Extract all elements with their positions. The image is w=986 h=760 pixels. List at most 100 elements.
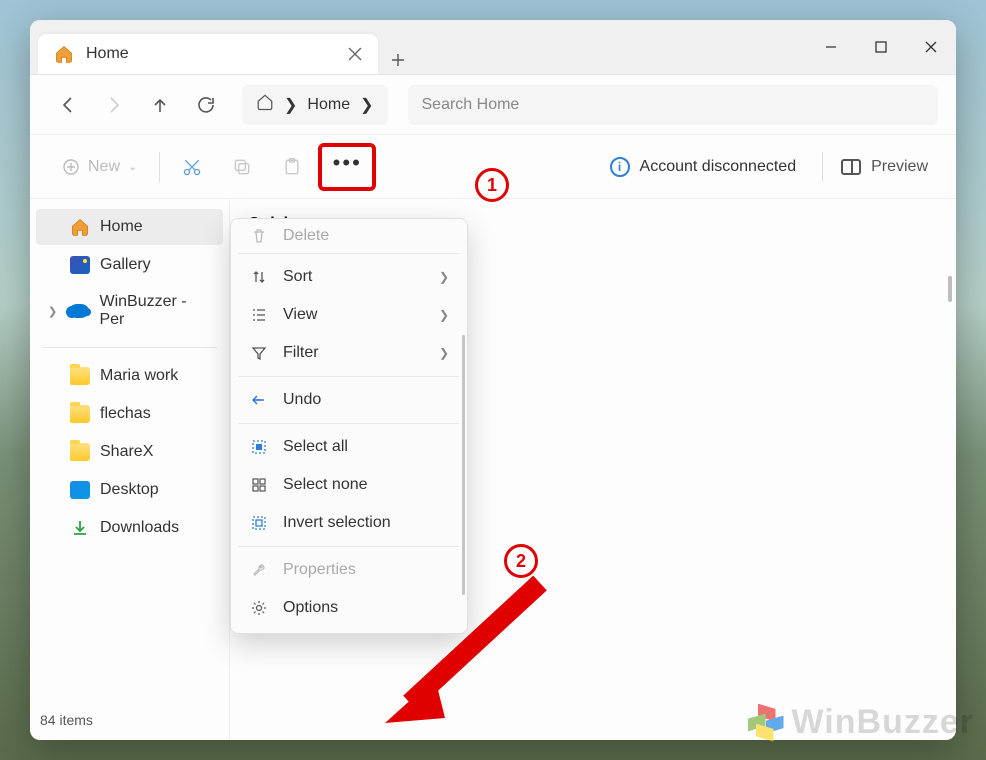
- menu-item-delete[interactable]: Delete: [231, 225, 467, 249]
- search-box[interactable]: [408, 85, 939, 125]
- menu-item-label: Sort: [283, 268, 312, 286]
- scrollbar-thumb[interactable]: [948, 276, 952, 302]
- status-bar: 84 items: [40, 712, 93, 728]
- more-button[interactable]: •••: [318, 143, 376, 191]
- sidebar-item-label: Desktop: [100, 481, 159, 499]
- menu-item-label: Properties: [283, 561, 356, 579]
- chevron-right-icon: ❯: [284, 95, 297, 115]
- sidebar-item-label: WinBuzzer - Per: [99, 293, 211, 329]
- minimize-button[interactable]: [806, 20, 856, 74]
- preview-label: Preview: [871, 158, 928, 176]
- chevron-right-icon[interactable]: ❯: [360, 95, 373, 115]
- sort-icon: [249, 269, 269, 285]
- account-status-label: Account disconnected: [640, 158, 797, 176]
- breadcrumb-location[interactable]: Home: [307, 96, 350, 114]
- sidebar-item-label: flechas: [100, 405, 151, 423]
- sidebar-item-sharex[interactable]: ShareX: [36, 434, 223, 470]
- annotation-step-1: 1: [475, 168, 509, 202]
- sidebar-item-downloads[interactable]: Downloads: [36, 510, 223, 546]
- undo-icon: [249, 392, 269, 408]
- download-icon: [70, 518, 90, 538]
- maximize-button[interactable]: [856, 20, 906, 74]
- logo-icon: [748, 704, 786, 742]
- separator: [239, 253, 459, 254]
- gear-icon: [249, 600, 269, 616]
- address-path[interactable]: ❯ Home ❯: [242, 85, 388, 125]
- separator: [239, 546, 459, 547]
- close-button[interactable]: [906, 20, 956, 74]
- separator: [159, 152, 160, 182]
- trash-icon: [249, 228, 269, 244]
- menu-item-sort[interactable]: Sort ❯: [231, 258, 467, 296]
- sidebar-item-label: Gallery: [100, 256, 151, 274]
- menu-item-label: Delete: [283, 227, 329, 245]
- menu-item-undo[interactable]: Undo: [231, 381, 467, 419]
- copy-button[interactable]: [218, 147, 266, 187]
- sidebar-item-label: ShareX: [100, 443, 153, 461]
- desktop-icon: [70, 480, 90, 500]
- chevron-down-icon: ⌄: [128, 160, 137, 173]
- account-status[interactable]: i Account disconnected: [592, 157, 815, 177]
- sidebar-item-label: Home: [100, 218, 143, 236]
- close-icon[interactable]: [348, 47, 362, 61]
- new-button[interactable]: New ⌄: [48, 147, 151, 187]
- watermark-text: WinBuzzer: [792, 703, 974, 742]
- separator: [42, 347, 217, 348]
- chevron-right-icon: ❯: [439, 270, 449, 284]
- navigation-pane: Home Gallery ❯ WinBuzzer - Per Maria wor…: [30, 199, 230, 740]
- tab-home[interactable]: Home: [38, 34, 378, 74]
- chevron-right-icon: ❯: [439, 308, 449, 322]
- folder-icon: [70, 366, 90, 386]
- separator: [822, 152, 823, 182]
- new-tab-button[interactable]: [378, 52, 418, 68]
- file-explorer-window: Home ❯ Home ❯: [30, 20, 956, 740]
- sidebar-item-gallery[interactable]: Gallery: [36, 247, 223, 283]
- menu-item-label: Invert selection: [283, 514, 391, 532]
- address-bar: ❯ Home ❯: [30, 75, 956, 135]
- paste-button[interactable]: [268, 147, 316, 187]
- preview-icon: [841, 159, 861, 175]
- refresh-button[interactable]: [186, 85, 226, 125]
- watermark: WinBuzzer: [748, 703, 974, 742]
- sidebar-item-label: Maria work: [100, 367, 178, 385]
- sidebar-item-desktop[interactable]: Desktop: [36, 472, 223, 508]
- menu-item-view[interactable]: View ❯: [231, 296, 467, 334]
- search-input[interactable]: [422, 96, 925, 114]
- home-icon: [54, 44, 74, 64]
- menu-item-label: Undo: [283, 391, 321, 409]
- up-button[interactable]: [140, 85, 180, 125]
- sidebar-item-maria-work[interactable]: Maria work: [36, 358, 223, 394]
- back-button[interactable]: [48, 85, 88, 125]
- separator: [239, 423, 459, 424]
- select-none-icon: [249, 477, 269, 493]
- menu-item-select-none[interactable]: Select none: [231, 466, 467, 504]
- menu-item-label: Filter: [283, 344, 319, 362]
- tab-title: Home: [86, 45, 336, 63]
- select-all-icon: [249, 439, 269, 455]
- invert-selection-icon: [249, 515, 269, 531]
- cut-button[interactable]: [168, 147, 216, 187]
- window-controls: [806, 20, 956, 74]
- annotation-step-2: 2: [504, 544, 538, 578]
- view-icon: [249, 307, 269, 323]
- sidebar-item-flechas[interactable]: flechas: [36, 396, 223, 432]
- forward-button[interactable]: [94, 85, 134, 125]
- sidebar-item-home[interactable]: Home: [36, 209, 223, 245]
- home-icon: [70, 217, 90, 237]
- tab-strip: Home: [30, 20, 806, 74]
- menu-item-label: Select all: [283, 438, 348, 456]
- folder-icon: [70, 442, 90, 462]
- menu-item-filter[interactable]: Filter ❯: [231, 334, 467, 372]
- info-icon: i: [610, 157, 630, 177]
- folder-icon: [70, 404, 90, 424]
- menu-item-label: View: [283, 306, 317, 324]
- chevron-right-icon[interactable]: ❯: [48, 305, 59, 318]
- filter-icon: [249, 345, 269, 361]
- menu-item-select-all[interactable]: Select all: [231, 428, 467, 466]
- title-bar: Home: [30, 20, 956, 75]
- sidebar-item-onedrive[interactable]: ❯ WinBuzzer - Per: [36, 285, 223, 337]
- new-button-label: New: [88, 158, 120, 176]
- preview-button[interactable]: Preview: [831, 147, 938, 187]
- menu-item-invert-selection[interactable]: Invert selection: [231, 504, 467, 542]
- chevron-right-icon: ❯: [439, 346, 449, 360]
